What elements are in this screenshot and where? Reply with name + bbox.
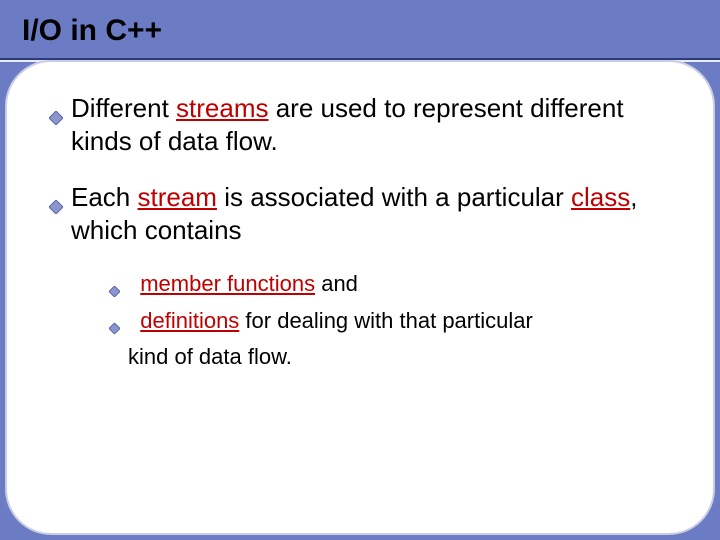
sub-bullet-item: member functions and xyxy=(109,270,671,305)
bullet-item: Each stream is associated with a particu… xyxy=(49,181,671,246)
diamond-bullet-icon xyxy=(109,313,120,342)
sub-bullet-group: member functions and definitions for dea… xyxy=(49,270,671,372)
diamond-bullet-icon xyxy=(109,276,120,305)
text-fragment: is associated with a particular xyxy=(217,182,571,212)
sub-bullet-continuation: kind of data flow. xyxy=(109,343,671,372)
content-panel: Different streams are used to represent … xyxy=(5,60,715,535)
highlight-term: class xyxy=(571,182,630,212)
sub-bullet-item: definitions for dealing with that partic… xyxy=(109,307,671,342)
text-fragment: and xyxy=(315,271,358,296)
highlight-term: stream xyxy=(138,182,217,212)
diamond-bullet-icon xyxy=(49,100,63,133)
diamond-bullet-icon xyxy=(49,189,63,222)
text-fragment: Different xyxy=(71,93,176,123)
text-fragment: Each xyxy=(71,182,138,212)
text-fragment: for dealing with that particular xyxy=(239,308,533,333)
bullet-text: Different streams are used to represent … xyxy=(71,92,671,157)
sub-bullet-text: definitions for dealing with that partic… xyxy=(128,307,533,336)
highlight-term: definitions xyxy=(140,308,239,333)
highlight-term: member functions xyxy=(140,271,315,296)
highlight-term: streams xyxy=(176,93,268,123)
sub-bullet-text: member functions and xyxy=(128,270,358,299)
bullet-text: Each stream is associated with a particu… xyxy=(71,181,671,246)
slide-title: I/O in C++ xyxy=(22,14,698,48)
bullet-item: Different streams are used to represent … xyxy=(49,92,671,157)
